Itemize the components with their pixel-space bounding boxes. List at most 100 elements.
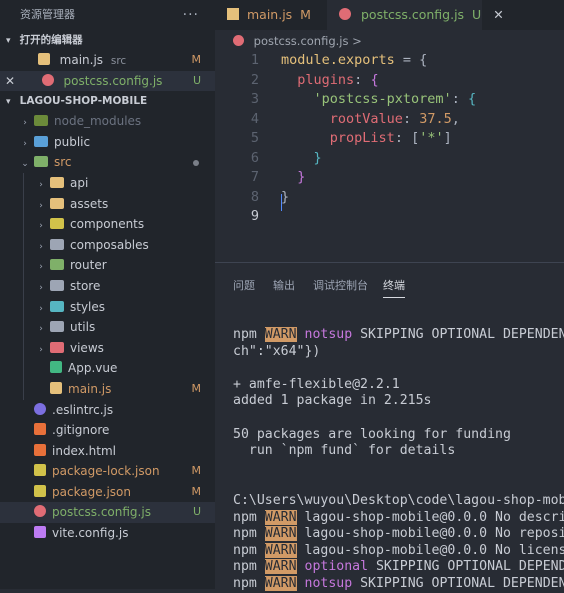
file-item[interactable]: vite.config.js — [0, 523, 215, 544]
code-line: plugins: { — [297, 71, 379, 88]
tree-item-label: assets — [70, 196, 109, 211]
chevron-right-icon: › — [39, 179, 43, 190]
folder-item-src[interactable]: ⌄ src — [0, 152, 215, 173]
close-icon[interactable]: ✕ — [493, 7, 503, 22]
terminal-output[interactable]: npm WARN notsup SKIPPING OPTIONAL DEPEND… — [233, 327, 564, 593]
file-item[interactable]: .eslintrc.js — [0, 400, 215, 421]
tab-problems[interactable]: 问题 — [233, 277, 255, 293]
folder-item-styles[interactable]: › styles — [0, 296, 215, 318]
project-section-header[interactable]: ▾ LAGOU-SHOP-MOBILE — [0, 91, 215, 111]
folder-item-node_modules[interactable]: › node_modules — [0, 111, 215, 132]
untracked-badge: U — [192, 73, 201, 87]
line-number: 1 — [250, 52, 259, 68]
postcss-file-icon — [41, 73, 54, 86]
project-title: LAGOU-SHOP-MOBILE — [19, 95, 148, 108]
folder-item-store[interactable]: › store — [0, 275, 215, 297]
file-item[interactable]: .gitignore — [0, 420, 215, 441]
tree-item-label: styles — [70, 299, 106, 314]
modified-dot — [193, 160, 199, 167]
file-item[interactable]: postcss.config.js U — [0, 502, 215, 524]
folder-item-public[interactable]: › public — [0, 132, 215, 153]
indent-guide — [23, 337, 24, 359]
open-editor-item[interactable]: main.js src M — [0, 50, 215, 71]
breadcrumb[interactable]: postcss.config.js > — [215, 30, 564, 52]
folder-icon — [34, 135, 48, 147]
folder-item-api[interactable]: › api — [0, 172, 215, 194]
breadcrumb-text: postcss.config.js > — [253, 34, 362, 48]
explorer-title-text: 资源管理器 — [20, 8, 75, 21]
indent-guide — [23, 296, 24, 318]
postcss-file-icon — [339, 8, 351, 20]
tree-item-label: src — [54, 155, 72, 170]
line-number: 5 — [250, 130, 259, 146]
tab-output[interactable]: 输出 — [273, 277, 295, 293]
line-number: 2 — [250, 71, 259, 88]
folder-item-utils[interactable]: › utils — [0, 317, 215, 338]
code-editor[interactable]: 123456789 module.exports = { plugins: { … — [215, 52, 564, 262]
file-item[interactable]: package.json M — [0, 482, 215, 503]
code-line: rootValue: 37.5, — [329, 110, 460, 127]
bottom-panel: 问题 输出 调试控制台 终端 npm WARN notsup SKIPPING … — [215, 262, 564, 593]
chevron-down-icon: ⌄ — [21, 159, 29, 170]
eslint-file-icon — [34, 402, 46, 415]
html-file-icon — [34, 443, 46, 456]
folder-item-router[interactable]: › router — [0, 255, 215, 276]
open-editors-section-header[interactable]: ▾ 打开的编辑器 — [0, 30, 215, 50]
tab-debug-console[interactable]: 调试控制台 — [313, 277, 368, 293]
chevron-right-icon: › — [39, 344, 43, 355]
tree-item-label: views — [70, 340, 104, 355]
untracked-badge: U — [192, 505, 201, 519]
folder-item-assets[interactable]: › assets — [0, 193, 215, 215]
tree-item-label: postcss.config.js — [52, 505, 151, 520]
line-number: 4 — [250, 110, 259, 127]
folder-icon — [50, 279, 64, 291]
tab-postcss-config[interactable]: postcss.config.js U ✕ — [327, 0, 504, 30]
folder-icon — [50, 300, 64, 312]
code-token: = { — [394, 52, 428, 68]
json-file-icon — [34, 484, 46, 497]
chevron-right-icon: › — [39, 241, 43, 252]
chevron-right-icon: › — [39, 303, 43, 314]
tree-item-label: utils — [70, 320, 96, 335]
vue-file-icon — [50, 361, 62, 374]
file-item[interactable]: index.html — [0, 441, 215, 462]
file-item[interactable]: App.vue — [0, 358, 215, 379]
chevron-down-icon: ▾ — [6, 36, 11, 46]
folder-icon — [50, 259, 64, 271]
tree-item-label: vite.config.js — [52, 526, 129, 541]
editor-tabs: main.js M postcss.config.js U ✕ — [215, 0, 564, 30]
more-actions-icon[interactable]: ··· — [183, 0, 199, 30]
tab-label: postcss.config.js — [360, 7, 465, 22]
tab-main-js[interactable]: main.js M — [215, 0, 327, 30]
warn-label: WARN — [264, 327, 297, 342]
file-tree: › node_modules › public ⌄ src › api › assets › comp… — [0, 111, 215, 543]
tree-item-label: public — [54, 134, 91, 149]
tab-terminal[interactable]: 终端 — [383, 277, 405, 298]
folder-item-components[interactable]: › components — [0, 214, 215, 235]
js-file-icon — [37, 53, 50, 65]
tree-item-label: App.vue — [68, 361, 118, 376]
file-item[interactable]: package-lock.json M — [0, 461, 215, 482]
file-item[interactable]: main.js M — [0, 378, 215, 400]
explorer-sidebar: 资源管理器 ··· ▾ 打开的编辑器 main.js src M ✕ postc… — [0, 0, 215, 589]
chevron-right-icon: › — [39, 324, 43, 335]
code-line: 'postcss-pxtorem': { — [313, 91, 477, 107]
indent-guide — [23, 275, 24, 297]
chevron-right-icon: › — [39, 282, 43, 293]
open-editor-item[interactable]: ✕ postcss.config.js U — [0, 70, 215, 92]
close-icon[interactable]: ✕ — [0, 71, 20, 92]
folder-item-composables[interactable]: › composables — [0, 234, 215, 256]
folder-item-views[interactable]: › views — [0, 337, 215, 359]
indent-guide — [23, 172, 24, 194]
tree-item-label: store — [70, 278, 101, 293]
folder-icon — [50, 197, 64, 209]
postcss-file-icon — [233, 35, 244, 46]
indent-guide — [23, 234, 24, 256]
folder-icon — [50, 176, 64, 188]
tree-item-label: composables — [70, 237, 149, 252]
chevron-right-icon: › — [23, 118, 27, 129]
js-file-icon — [50, 381, 62, 394]
folder-icon — [34, 156, 48, 168]
json-file-icon — [34, 464, 46, 477]
folder-icon — [34, 115, 48, 127]
